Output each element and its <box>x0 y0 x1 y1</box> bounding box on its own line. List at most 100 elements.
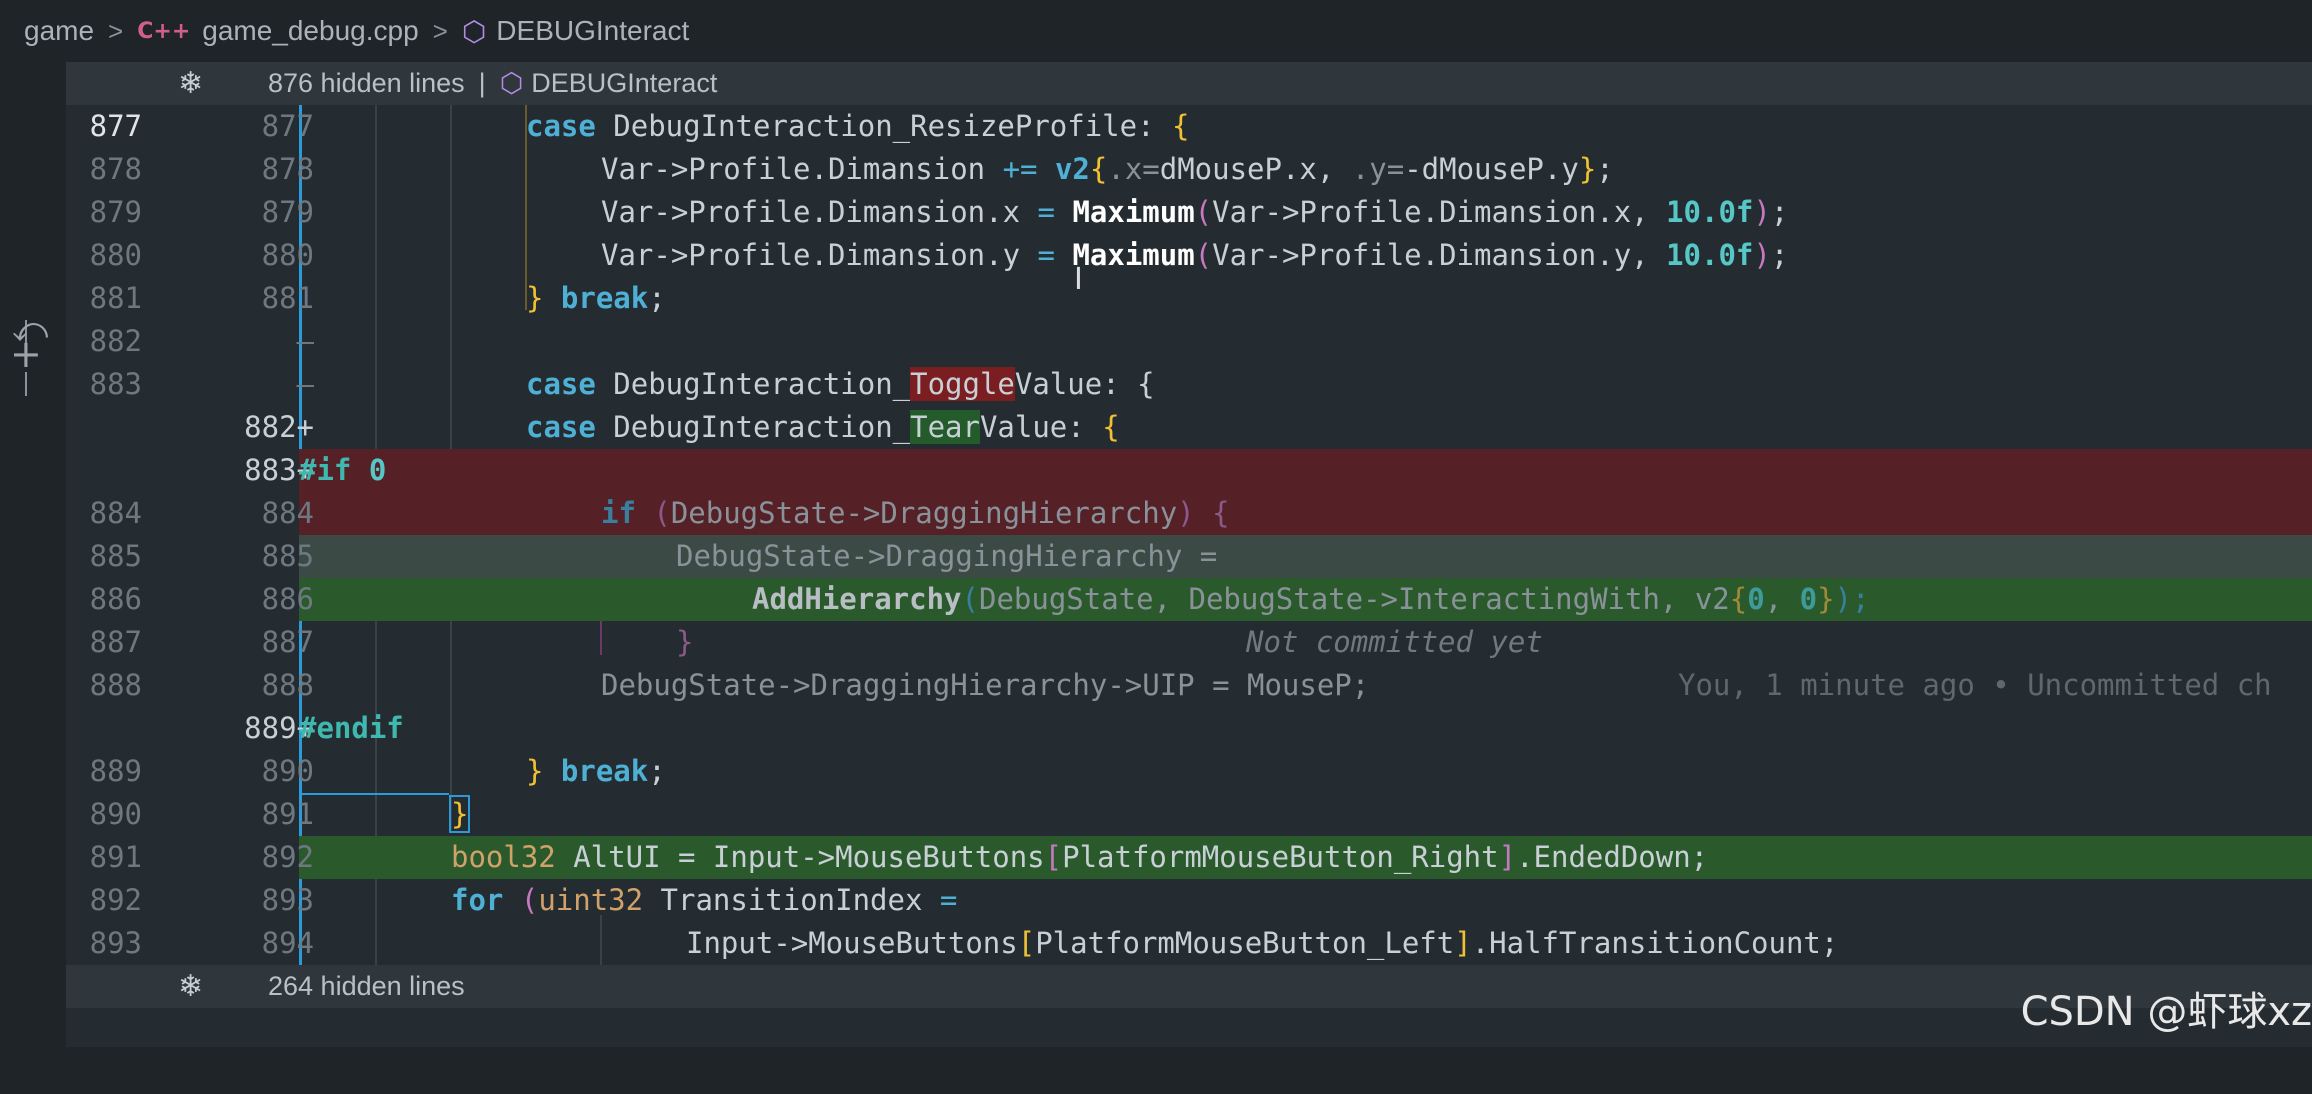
code-line[interactable]: 879 879 Var->Profile.Dimansion.x = Maxim… <box>66 191 2312 234</box>
code-text: DebugInteraction_ <box>595 410 911 444</box>
modified-line-number: 892 <box>261 840 314 874</box>
original-line-number: 884 <box>89 496 142 530</box>
keyword: if <box>601 496 636 530</box>
original-line-number: 881 <box>89 281 142 315</box>
cpp-file-icon: C++ <box>137 18 191 44</box>
divider: | <box>478 68 486 98</box>
modified-line-number: 880 <box>261 238 314 272</box>
code-text: DebugState, DebugState->InteractingWith,… <box>978 582 1730 616</box>
function-name: AddHierarchy <box>752 582 962 616</box>
number: 0 <box>351 453 387 487</box>
stage-change-icon[interactable]: + <box>10 332 42 376</box>
code-text: Value: { <box>1014 367 1155 401</box>
original-line-number: 888 <box>89 668 142 702</box>
code-line[interactable]: 884 884 if (DebugState->DraggingHierarch… <box>66 492 2312 535</box>
original-line-number: 886 <box>89 582 142 616</box>
original-line-number: 891 <box>89 840 142 874</box>
brace: } <box>1817 582 1835 616</box>
code-text: ; <box>1770 195 1789 229</box>
code-text: .HalfTransitionCount; <box>1471 926 1839 960</box>
bracket-guide <box>299 793 449 795</box>
paren: ) <box>1753 195 1771 229</box>
function-name: Maximum <box>1072 238 1195 272</box>
code-text: DebugState->DraggingHierarchy <box>670 496 1178 530</box>
unfold-icon[interactable]: ❄ <box>178 66 268 101</box>
change-bar <box>25 372 27 396</box>
deleted-line[interactable]: 883 — case DebugInteraction_ToggleValue:… <box>66 363 2312 535</box>
chevron-right-icon: > <box>432 15 448 46</box>
original-line-number: 890 <box>89 797 142 831</box>
type-name: bool32 <box>451 840 556 874</box>
modified-line-number: 887 <box>261 625 314 659</box>
unfold-icon[interactable]: ❄ <box>178 969 268 1004</box>
keyword: case <box>526 410 596 444</box>
paren: ( <box>635 496 671 530</box>
code-line[interactable]: 886 886 AddHierarchy(DebugState, DebugSt… <box>66 578 2312 621</box>
original-line-number: 892 <box>89 883 142 917</box>
added-line[interactable]: 883+ #if 0 <box>66 449 2312 621</box>
code-text: Input->MouseButtons <box>686 926 1018 960</box>
modified-line-number: — <box>296 324 314 358</box>
paren: ( <box>1194 195 1213 229</box>
modified-line-number: 884 <box>261 496 314 530</box>
operator: += <box>1002 152 1038 186</box>
breadcrumb-symbol[interactable]: DEBUGInteract <box>496 15 689 47</box>
modified-line-number: 878 <box>261 152 314 186</box>
code-text: ; <box>1596 152 1614 186</box>
keyword: break <box>543 754 649 788</box>
brace: } <box>526 754 544 788</box>
code-line[interactable]: 880 880 Var->Profile.Dimansion.y = Maxim… <box>66 234 2312 277</box>
code-text: Var->Profile.Dimansion.x, <box>1212 195 1667 229</box>
bracket: ] <box>1454 926 1472 960</box>
number: 0 <box>1747 582 1765 616</box>
hidden-lines-count: 264 hidden lines <box>268 971 465 1001</box>
keyword: break <box>543 281 649 315</box>
code-line[interactable]: 878 878 Var->Profile.Dimansion += v2{.x=… <box>66 148 2312 191</box>
code-line[interactable]: 887 887 } <box>66 621 2312 664</box>
modified-line-number: 885 <box>261 539 314 573</box>
code-text: ; <box>648 754 666 788</box>
watermark: CSDN @虾球xz <box>2020 989 2312 1035</box>
modified-line-number: 889+ <box>244 711 314 745</box>
hidden-lines-bar-bottom[interactable]: ❄ 264 hidden lines <box>66 965 2312 1008</box>
code-text: Var->Profile.Dimansion.y <box>601 238 1038 272</box>
code-line[interactable]: 889 890 } break; <box>66 750 2312 793</box>
code-line[interactable]: 877 877 case DebugInteraction_ResizeProf… <box>66 105 2312 148</box>
added-line-current[interactable]: 882+ case DebugInteraction_TearValue: { … <box>66 406 2312 702</box>
code-line[interactable]: 881 881 } break; <box>66 277 2312 320</box>
number: 10.0f <box>1666 195 1754 229</box>
breadcrumb-file[interactable]: game_debug.cpp <box>202 15 418 47</box>
keyword: case <box>526 367 596 401</box>
code-line[interactable]: 892 893 for (uint32 TransitionIndex = <box>66 879 2312 922</box>
number: 10.0f <box>1666 238 1754 272</box>
code-line[interactable]: 890 891 } <box>66 793 2312 836</box>
code-line[interactable]: 888 888 DebugState->DraggingHierarchy->U… <box>66 664 2312 707</box>
original-line-number <box>66 707 142 750</box>
brace: { <box>1102 410 1120 444</box>
original-line-number: 883 <box>89 367 142 401</box>
added-word-highlight: Tear <box>910 410 980 444</box>
original-line-number <box>66 406 142 449</box>
glyph-margin: ⤺ + <box>0 62 66 1047</box>
deleted-line[interactable]: 882 — <box>66 320 2312 492</box>
paren: ( <box>961 582 979 616</box>
modified-line-number: 891 <box>261 797 314 831</box>
code-line[interactable]: 893 894 Input->MouseButtons[PlatformMous… <box>66 922 2312 965</box>
code-line[interactable]: 885 885 DebugState->DraggingHierarchy = <box>66 535 2312 578</box>
code-text: Var->Profile.Dimansion.y, <box>1212 238 1667 272</box>
code-line[interactable]: 891 892 bool32 AltUI = Input->MouseButto… <box>66 836 2312 879</box>
symbol-cube-icon: ⬡ <box>499 68 524 98</box>
original-line-number: 879 <box>89 195 142 229</box>
hidden-lines-bar-top[interactable]: ❄ 876 hidden lines | ⬡ DEBUGInteract <box>66 62 2312 105</box>
code-text: .y= <box>1351 152 1405 186</box>
code-text: TransitionIndex <box>643 883 940 917</box>
modified-line-number: 890 <box>261 754 314 788</box>
modified-line-number: 894 <box>261 926 314 960</box>
added-line[interactable]: 889+ #endif <box>66 707 2312 879</box>
original-line-number: 893 <box>89 926 142 960</box>
code-text: -dMouseP.y <box>1404 152 1579 186</box>
breadcrumb-folder[interactable]: game <box>24 15 94 47</box>
